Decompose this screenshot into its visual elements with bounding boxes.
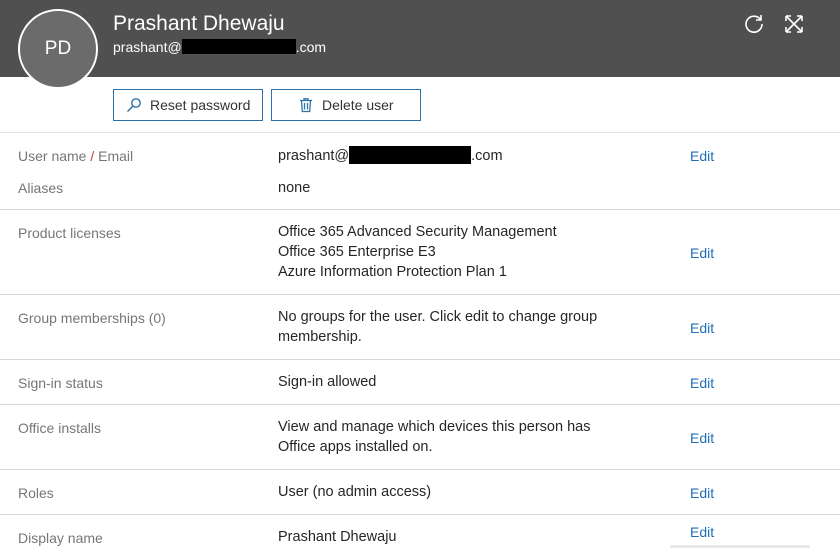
display-name-label: Display name	[18, 530, 103, 546]
signin-value: Sign-in allowed	[278, 374, 377, 390]
groups-label: Group memberships (0)	[18, 310, 166, 326]
detail-row-licenses: Product licenses Office 365 Advanced Sec…	[0, 210, 840, 295]
detail-row-display-name: Display name Prashant Dhewaju Edit	[0, 515, 840, 548]
office-value: View and manage which devices this perso…	[278, 419, 591, 455]
email-suffix: .com	[295, 39, 327, 55]
edit-username-link[interactable]: Edit	[690, 148, 714, 164]
roles-label: Roles	[18, 485, 54, 501]
close-icon[interactable]	[782, 12, 806, 36]
user-header: Prashant Dhewaju prashant@ .com	[0, 0, 840, 77]
license-item: Azure Information Protection Plan 1	[278, 264, 507, 280]
groups-value: No groups for the user. Click edit to ch…	[278, 309, 598, 345]
license-item: Office 365 Enterprise E3	[278, 244, 436, 260]
redaction-bar	[181, 39, 296, 55]
licenses-value: Office 365 Advanced Security Management …	[278, 222, 638, 282]
trash-icon	[300, 98, 312, 113]
username-label: User name / Email	[18, 148, 133, 164]
username-value-suffix: .com	[471, 148, 503, 164]
refresh-icon[interactable]	[742, 12, 766, 36]
detail-row-office: Office installs View and manage which de…	[0, 405, 840, 470]
delete-user-label: Delete user	[322, 97, 394, 113]
display-name-value: Prashant Dhewaju	[278, 529, 397, 545]
detail-row-username: User name / Email prashant@ .com Edit Ali…	[0, 133, 840, 210]
username-label-part: User name	[18, 148, 91, 164]
detail-row-signin: Sign-in status Sign-in allowed Edit	[0, 360, 840, 405]
username-value: prashant@ .com	[278, 145, 638, 166]
edit-signin-link[interactable]: Edit	[690, 375, 714, 391]
user-email: prashant@ .com	[113, 39, 326, 55]
email-prefix: prashant@	[113, 39, 182, 55]
edit-groups-link[interactable]: Edit	[690, 320, 714, 336]
aliases-value: none	[278, 180, 311, 196]
edit-roles-link[interactable]: Edit	[690, 485, 714, 501]
search-icon	[127, 98, 141, 112]
username-value-prefix: prashant@	[278, 148, 350, 164]
edit-office-link[interactable]: Edit	[690, 430, 714, 446]
edit-licenses-link[interactable]: Edit	[690, 245, 714, 261]
license-item: Office 365 Advanced Security Management	[278, 224, 557, 240]
detail-row-roles: Roles User (no admin access) Edit	[0, 470, 840, 515]
redaction-bar	[349, 145, 472, 164]
avatar: PD	[18, 9, 98, 89]
delete-user-button[interactable]: Delete user	[271, 89, 421, 121]
aliases-label: Aliases	[18, 180, 64, 196]
signin-label: Sign-in status	[18, 375, 103, 391]
reset-password-button[interactable]: Reset password	[113, 89, 263, 121]
user-display-name: Prashant Dhewaju	[113, 12, 285, 35]
roles-value: User (no admin access)	[278, 484, 432, 500]
detail-row-groups: Group memberships (0) No groups for the …	[0, 295, 840, 360]
email-label-part: Email	[94, 148, 134, 164]
edit-display-name-link[interactable]: Edit	[690, 524, 714, 540]
reset-password-label: Reset password	[150, 97, 251, 113]
office-label: Office installs	[18, 420, 101, 436]
licenses-label: Product licenses	[18, 225, 121, 241]
